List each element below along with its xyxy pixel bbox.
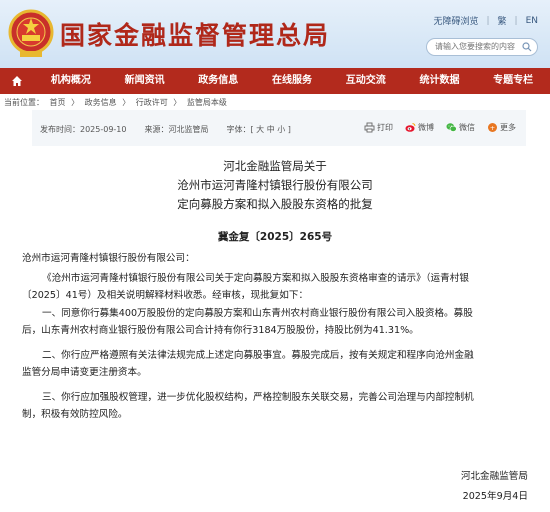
document-number: 冀金复〔2025〕265号 bbox=[217, 231, 333, 243]
home-icon bbox=[12, 76, 22, 86]
nav-home[interactable] bbox=[0, 68, 34, 94]
site-header: 国家金融监督管理总局 无障碍浏览 | 繁 | EN bbox=[0, 0, 550, 68]
weibo-share-button[interactable]: 微博 bbox=[405, 122, 434, 133]
traditional-chinese-link[interactable]: 繁 bbox=[498, 14, 507, 27]
print-label: 打印 bbox=[377, 123, 393, 132]
signature-date: 2025年9月4日 bbox=[462, 491, 528, 502]
english-link[interactable]: EN bbox=[526, 16, 538, 26]
paragraph-1: 《沧州市运河青隆村镇银行股份有限公司关于定向募股方案和拟入股股东资格审查的请示》… bbox=[22, 270, 534, 304]
accessibility-link[interactable]: 无障碍浏览 bbox=[433, 14, 478, 27]
search-input[interactable] bbox=[435, 42, 519, 51]
breadcrumb-administrative-permit[interactable]: 行政许可 bbox=[136, 98, 168, 107]
article-title-line-3: 定向募股方案和拟入股股东资格的批复 bbox=[177, 197, 373, 211]
weibo-icon bbox=[405, 123, 416, 132]
article-source: 来源：河北监管局 bbox=[144, 125, 209, 134]
wechat-share-button[interactable]: 微信 bbox=[446, 122, 475, 133]
paragraph-line: 制，积极有效防控风险。 bbox=[22, 409, 128, 420]
nav-item-news[interactable]: 新闻资讯 bbox=[108, 68, 182, 94]
search-box bbox=[426, 38, 538, 56]
nav-item-interaction[interactable]: 互动交流 bbox=[329, 68, 403, 94]
paragraph-line: 后，山东青州农村商业银行股份有限公司合计持有你行3184万股股份，持股比例为41… bbox=[22, 325, 419, 336]
paragraph-line: 《沧州市运河青隆村镇银行股份有限公司关于定向募股方案和拟入股股东资格审查的请示》… bbox=[42, 273, 469, 284]
printer-icon bbox=[364, 122, 375, 133]
divider: | bbox=[514, 15, 518, 26]
top-links: 无障碍浏览 | 繁 | EN bbox=[433, 14, 538, 28]
breadcrumb-separator: 〉 bbox=[173, 98, 182, 107]
paragraph-line: 三、你行应加强股权管理，进一步优化股权结构，严格控制股东关联交易，完善公司治理与… bbox=[42, 392, 474, 403]
national-emblem-icon[interactable] bbox=[8, 9, 54, 59]
paragraph-3: 二、你行应严格遵照有关法律法规完成上述定向募股事宜。募股完成后，按有关规定和程序… bbox=[22, 347, 534, 381]
more-share-icon: + bbox=[488, 123, 497, 132]
site-title[interactable]: 国家金融监督管理总局 bbox=[60, 16, 330, 52]
svg-text:+: + bbox=[490, 124, 495, 132]
font-size-control[interactable]: 字体：[ 大 中 小 ] bbox=[227, 124, 291, 135]
nav-item-special-topics[interactable]: 专题专栏 bbox=[476, 68, 550, 94]
divider: | bbox=[486, 15, 490, 26]
article-meta-bar: 发布时间：2025-09-10 来源：河北监管局 字体：[ 大 中 小 ] 打印… bbox=[32, 110, 526, 146]
article-meta: 发布时间：2025-09-10 来源：河北监管局 字体：[ 大 中 小 ] bbox=[40, 124, 291, 135]
paragraph-4: 三、你行应加强股权管理，进一步优化股权结构，严格控制股东关联交易，完善公司治理与… bbox=[22, 389, 534, 423]
paragraph-line: 监管分局申请变更注册资本。 bbox=[22, 367, 147, 378]
breadcrumb-government-info[interactable]: 政务信息 bbox=[85, 98, 117, 107]
breadcrumb: 当前位置： 首页 〉 政务信息 〉 行政许可 〉 监管局本级 bbox=[4, 97, 230, 108]
recipient: 沧州市运河青隆村镇银行股份有限公司： bbox=[22, 250, 534, 267]
paragraph-line: 一、同意你行募集400万股股份的定向募股方案和山东青州农村商业银行股份有限公司入… bbox=[42, 308, 473, 319]
nav-item-about[interactable]: 机构概况 bbox=[34, 68, 108, 94]
nav-item-statistics[interactable]: 统计数据 bbox=[403, 68, 477, 94]
print-button[interactable]: 打印 bbox=[364, 122, 393, 133]
main-nav: 机构概况 新闻资讯 政务信息 在线服务 互动交流 统计数据 专题专栏 bbox=[0, 68, 550, 94]
nav-item-online-service[interactable]: 在线服务 bbox=[255, 68, 329, 94]
breadcrumb-home[interactable]: 首页 bbox=[50, 98, 66, 107]
more-label: 更多 bbox=[500, 123, 516, 132]
search-icon[interactable] bbox=[522, 42, 532, 52]
nav-item-government-info[interactable]: 政务信息 bbox=[181, 68, 255, 94]
wechat-icon bbox=[446, 123, 457, 132]
weibo-label: 微博 bbox=[418, 123, 434, 132]
publish-date: 发布时间：2025-09-10 bbox=[40, 125, 127, 134]
breadcrumb-separator: 〉 bbox=[122, 98, 131, 107]
paragraph-line: 〔2025〕41号）及相关说明解释材料收悉。经审核，现批复如下： bbox=[22, 290, 309, 301]
signature-organization: 河北金融监管局 bbox=[460, 471, 528, 482]
article-title-line-1: 河北金融监管局关于 bbox=[223, 159, 327, 173]
wechat-label: 微信 bbox=[459, 123, 475, 132]
breadcrumb-bureau-level[interactable]: 监管局本级 bbox=[187, 98, 227, 107]
more-share-button[interactable]: + 更多 bbox=[487, 122, 516, 133]
breadcrumb-separator: 〉 bbox=[71, 98, 80, 107]
breadcrumb-label: 当前位置： bbox=[4, 98, 44, 107]
article-tools: 打印 微博 微信 + 更多 bbox=[364, 122, 516, 133]
recipient-text: 沧州市运河青隆村镇银行股份有限公司： bbox=[22, 253, 195, 264]
paragraph-line: 二、你行应严格遵照有关法律法规完成上述定向募股事宜。募股完成后，按有关规定和程序… bbox=[42, 350, 474, 361]
article-title-line-2: 沧州市运河青隆村镇银行股份有限公司 bbox=[177, 178, 373, 192]
paragraph-2: 一、同意你行募集400万股股份的定向募股方案和山东青州农村商业银行股份有限公司入… bbox=[22, 305, 534, 339]
